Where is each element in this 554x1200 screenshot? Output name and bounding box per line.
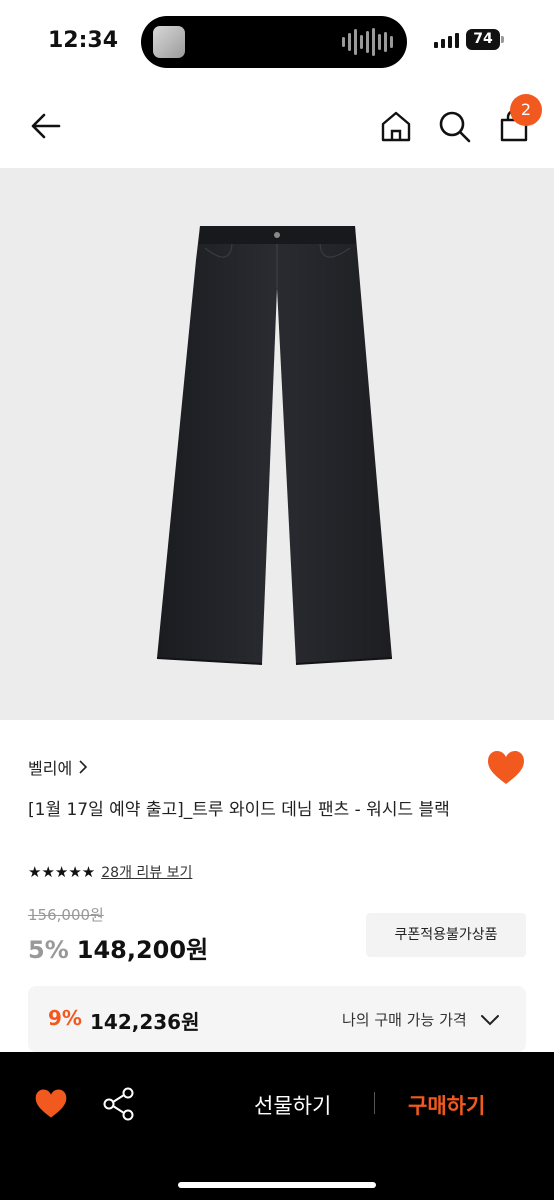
button-divider: [374, 1092, 375, 1114]
discount-rate: 5%: [28, 936, 69, 964]
wishlist-heart-icon[interactable]: [34, 1088, 68, 1120]
status-bar: 12:34 74: [0, 0, 554, 84]
buy-button[interactable]: 구매하기: [408, 1090, 485, 1120]
product-title: [1월 17일 예약 출고]_트루 와이드 데님 팬츠 - 워시드 블랙: [28, 800, 450, 820]
brand-name: 벨리에: [28, 759, 73, 778]
home-icon[interactable]: [376, 106, 416, 146]
gift-button[interactable]: 선물하기: [254, 1090, 331, 1120]
original-price: 156,000원: [28, 906, 104, 924]
sale-price: 148,200원: [76, 936, 209, 964]
dynamic-island[interactable]: [141, 16, 407, 68]
my-price-dropdown[interactable]: 9% 142,236원 나의 구매 가능 가격: [28, 986, 526, 1052]
cellular-signal-icon: [434, 32, 459, 48]
home-indicator[interactable]: [178, 1182, 376, 1188]
share-icon[interactable]: [102, 1086, 136, 1122]
battery-tip: [501, 36, 504, 43]
review-link[interactable]: 28개 리뷰 보기: [101, 862, 192, 882]
chevron-down-icon: [481, 1015, 499, 1026]
battery-icon: 74: [466, 29, 500, 50]
star-rating: ★★★★★: [28, 863, 96, 881]
sale-price-row: 5% 148,200원: [28, 930, 208, 965]
chevron-right-icon: [79, 760, 88, 774]
now-playing-app-icon: [153, 26, 185, 58]
back-arrow-icon[interactable]: [26, 106, 66, 146]
search-icon[interactable]: [434, 106, 474, 146]
top-nav-bar: [0, 84, 554, 168]
rating-row: ★★★★★ 28개 리뷰 보기: [28, 862, 192, 882]
my-price-label: 나의 구매 가능 가격: [342, 1011, 467, 1029]
my-discount-rate: 9%: [48, 1006, 82, 1030]
audio-wave-icon: [342, 28, 393, 56]
bottom-action-bar: 선물하기 구매하기: [0, 1052, 554, 1200]
brand-link[interactable]: 벨리에: [28, 755, 88, 779]
status-time: 12:34: [48, 28, 119, 53]
my-price-value: 142,236원: [90, 1010, 200, 1034]
wishlist-heart-icon[interactable]: [486, 750, 526, 786]
denim-pants-image: [156, 226, 393, 665]
coupon-status-badge: 쿠폰적용불가상품: [366, 913, 526, 957]
cart-count-badge: 2: [510, 94, 542, 126]
product-image[interactable]: [0, 168, 554, 720]
